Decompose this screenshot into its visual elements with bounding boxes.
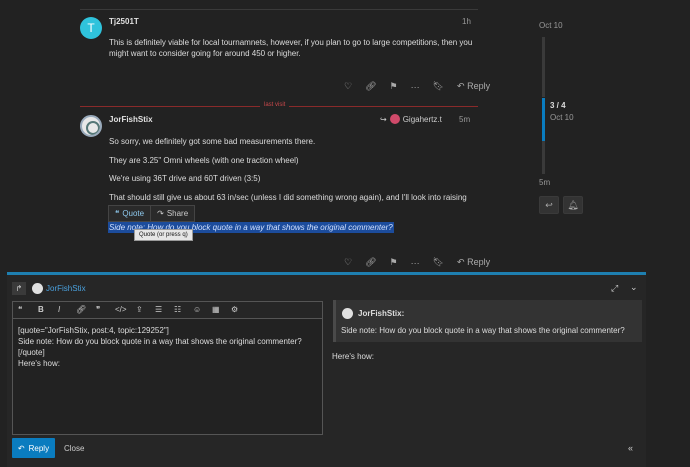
reply-icon: ↶ xyxy=(17,443,25,453)
submit-reply-button[interactable]: ↶ Reply xyxy=(12,438,55,458)
preview-quote-avatar xyxy=(342,308,353,319)
post-paragraph: So sorry, we definitely got some bad mea… xyxy=(109,137,316,146)
back-button[interactable]: ↩ xyxy=(539,196,559,214)
share-icon: ↷ xyxy=(157,209,164,218)
avatar[interactable]: T xyxy=(80,17,102,39)
timeline-start-date[interactable]: Oct 10 xyxy=(539,21,563,30)
post-paragraph: That should still give us about 63 in/se… xyxy=(109,193,467,202)
post-paragraph: We're using 36T drive and 60T driven (3:… xyxy=(109,174,261,183)
date-icon[interactable]: ▦ xyxy=(212,305,220,314)
reply-to-avatar xyxy=(389,114,400,124)
avatar[interactable] xyxy=(80,115,102,137)
quote-tooltip: Quote (or press q) xyxy=(134,229,193,241)
share-label: Share xyxy=(166,209,189,218)
reply-label: Reply xyxy=(467,81,491,91)
share-button[interactable]: ↷ Share xyxy=(150,206,194,221)
preview-quote-user: JorFishStix: xyxy=(358,309,405,318)
timeline-position-date: Oct 10 xyxy=(550,113,574,122)
hide-preview-icon[interactable]: « xyxy=(628,443,633,453)
quote-button[interactable]: ❝ Quote xyxy=(109,206,150,221)
gear-icon[interactable]: ⚙ xyxy=(231,305,238,314)
username[interactable]: Tj2501T xyxy=(109,17,139,26)
preview-quote xyxy=(333,300,642,342)
more-icon[interactable]: ··· xyxy=(411,82,420,92)
code-icon[interactable]: </> xyxy=(115,305,127,314)
reply-to-tab[interactable]: ↪ Gigahertz.t xyxy=(380,114,442,124)
reply-action-dropdown[interactable]: ↱ xyxy=(12,282,26,295)
close-composer-button[interactable]: Close xyxy=(64,444,84,453)
bell-icon: 🔔︎ xyxy=(567,199,579,210)
collapse-icon[interactable]: ⌄ xyxy=(630,282,638,293)
link-icon[interactable]: 🔗︎ xyxy=(365,81,376,92)
flag-icon[interactable]: ⚑ xyxy=(390,81,398,92)
notifications-button[interactable]: 🔔︎ xyxy=(563,196,583,214)
quote-label: Quote xyxy=(122,209,145,218)
like-icon[interactable]: ♡ xyxy=(344,81,352,92)
avatar-letter: T xyxy=(87,21,95,35)
preview-body: Here's how: xyxy=(332,352,374,361)
reply-to-user: Gigahertz.t xyxy=(402,114,442,124)
quote-icon: ❝ xyxy=(115,209,120,218)
last-visit-label: last visit xyxy=(260,102,290,108)
post-actions: ♡ 🔗︎ ⚑ ··· 🔖︎ ↶ Reply xyxy=(344,257,490,268)
flag-icon[interactable]: ⚑ xyxy=(390,257,398,268)
post-time[interactable]: 5m xyxy=(459,115,470,124)
bookmark-icon[interactable]: 🔖︎ xyxy=(433,81,444,92)
reply-icon: ↶ xyxy=(457,81,465,91)
composer-reply-to-user[interactable]: JorFishStix xyxy=(46,284,86,293)
blockquote-icon[interactable]: ❞ xyxy=(96,305,100,314)
timeline-handle[interactable] xyxy=(542,98,545,141)
post-text: This is definitely viable for local tour… xyxy=(109,38,473,58)
bold-icon[interactable]: B xyxy=(38,305,44,314)
timeline-position: 3 / 4 xyxy=(550,101,566,110)
reply-button[interactable]: ↶ Reply xyxy=(457,81,490,92)
more-icon[interactable]: ··· xyxy=(411,258,420,268)
like-icon[interactable]: ♡ xyxy=(344,257,352,268)
username[interactable]: JorFishStix xyxy=(109,115,153,124)
numbered-list-icon[interactable]: ☷ xyxy=(174,305,181,314)
emoji-icon[interactable]: ☺ xyxy=(193,305,201,314)
post-time[interactable]: 1h xyxy=(462,17,471,26)
bullet-list-icon[interactable]: ☰ xyxy=(155,305,162,314)
composer-editor-text: [quote="JorFishStix, post:4, topic:12925… xyxy=(18,326,302,368)
quote-share-popup: ❝ Quote ↷ Share xyxy=(108,205,196,222)
bookmark-icon[interactable]: 🔖︎ xyxy=(433,257,444,268)
timeline-track[interactable] xyxy=(542,141,545,174)
reply-action-icon: ↱ xyxy=(15,284,23,293)
post-divider xyxy=(80,9,478,10)
reply-icon: ↶ xyxy=(457,257,465,267)
reply-button[interactable]: ↶ Reply xyxy=(457,257,490,268)
composer-avatar xyxy=(32,283,43,294)
reply-label: Reply xyxy=(467,257,491,267)
back-icon: ↩ xyxy=(545,199,553,210)
upload-icon[interactable]: ⇪ xyxy=(136,305,143,314)
link-icon[interactable]: 🔗︎ xyxy=(365,257,376,268)
timeline-end-label[interactable]: 5m xyxy=(539,178,550,187)
hyperlink-icon[interactable]: 🔗︎ xyxy=(76,305,86,314)
post-actions: ♡ 🔗︎ ⚑ ··· 🔖︎ ↶ Reply xyxy=(344,81,490,92)
post-paragraph: They are 3.25" Omni wheels (with one tra… xyxy=(109,156,299,165)
preview-quote-text: Side note: How do you block quote in a w… xyxy=(341,326,625,335)
timeline-track[interactable] xyxy=(542,37,545,97)
italic-icon[interactable]: I xyxy=(58,305,60,314)
reply-arrow-icon: ↪ xyxy=(380,114,387,124)
quote-toolbar-icon[interactable]: ❝ xyxy=(18,305,22,314)
fullscreen-icon[interactable]: ⤢ xyxy=(611,283,618,294)
submit-reply-label: Reply xyxy=(28,443,50,453)
composer-resize-grippie[interactable] xyxy=(320,273,332,275)
